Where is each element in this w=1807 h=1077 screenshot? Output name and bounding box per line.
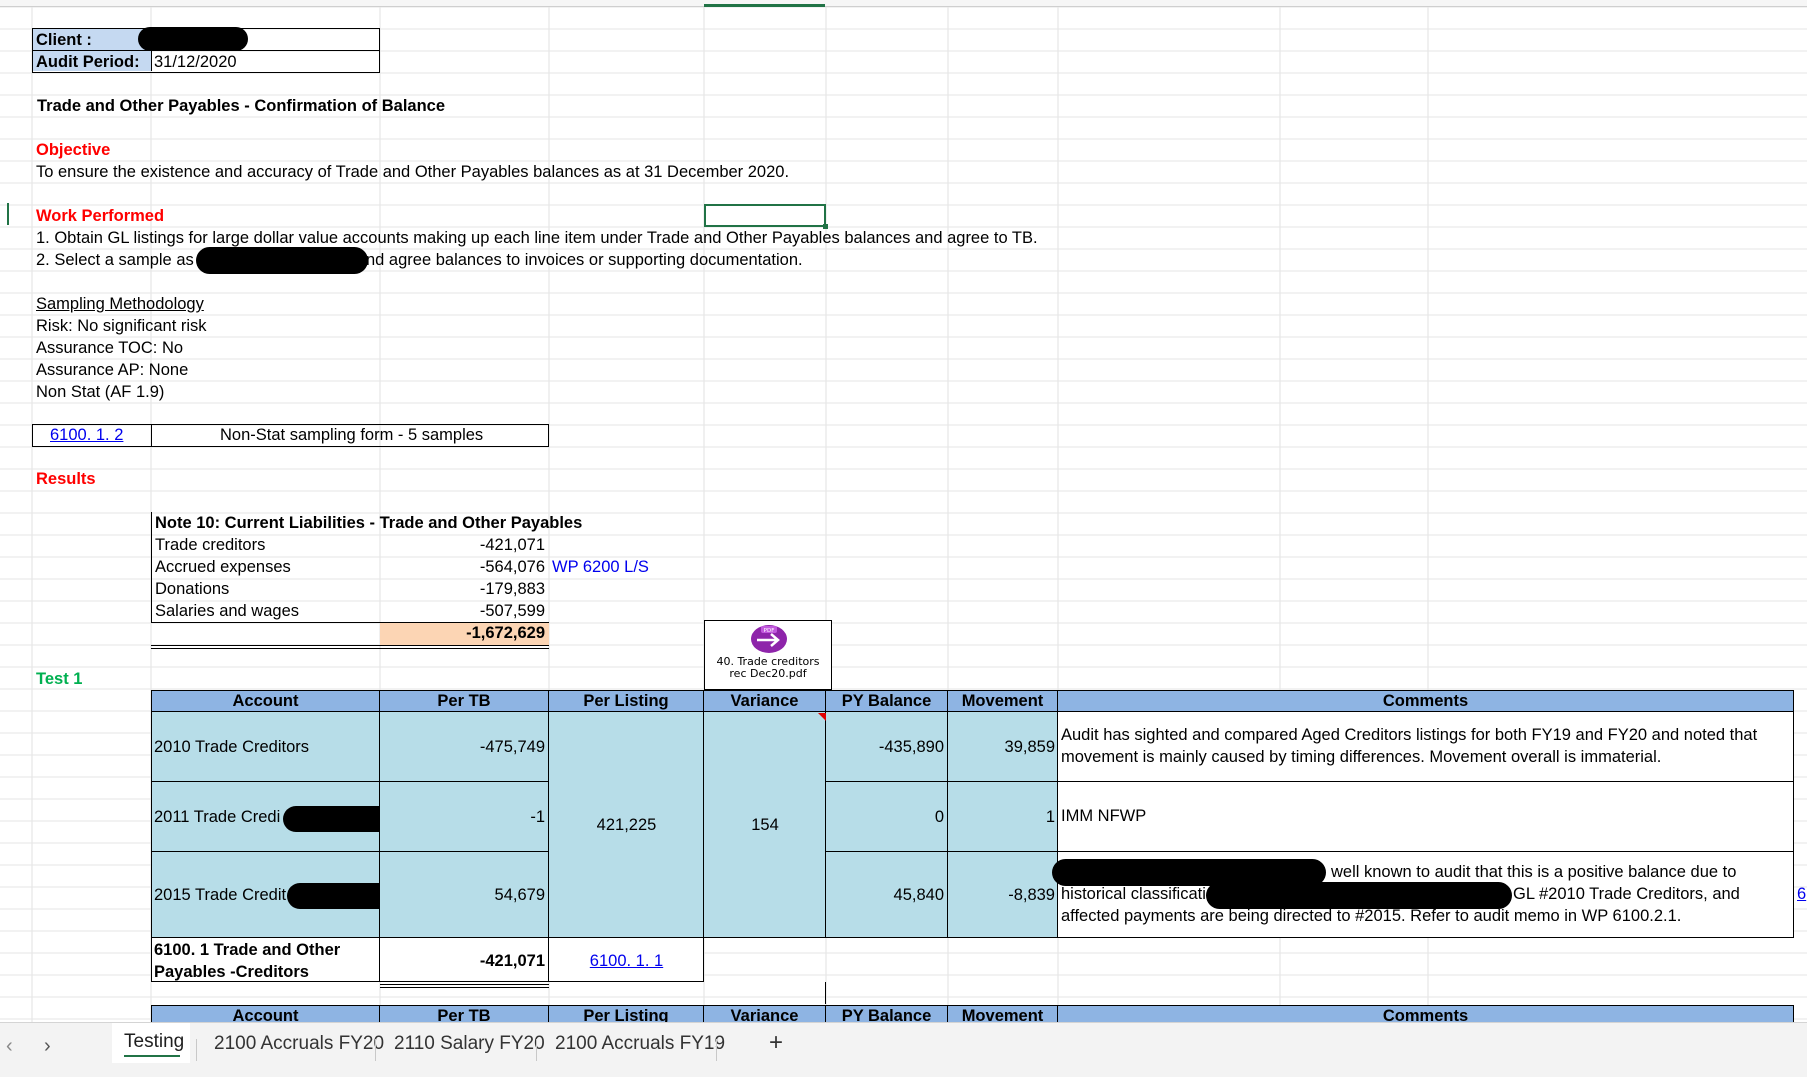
redaction-step2 — [196, 247, 368, 274]
scroll-right-icon[interactable]: › — [44, 1035, 51, 1058]
work-step-1: 1. Obtain GL listings for large dollar v… — [36, 229, 1038, 247]
note10-border-left — [151, 512, 152, 622]
tab-separator — [716, 1039, 717, 1061]
redaction-client — [138, 27, 248, 51]
work-step-2b: nd agree balances to invoices or support… — [366, 251, 803, 269]
comment-indicator-icon[interactable] — [818, 713, 826, 721]
note10-double-line-2 — [151, 648, 549, 649]
sampling-ref-link[interactable]: 6100. 1. 2 — [50, 425, 123, 445]
tab-separator — [196, 1039, 197, 1061]
scroll-left-icon[interactable]: ‹ — [6, 1035, 13, 1058]
col-header-per-listing[interactable]: Per Listing — [549, 690, 704, 712]
table-row-3-comment-line2b: GL #2010 Trade Creditors, and — [1513, 885, 1740, 903]
col-header-account[interactable]: Account — [151, 690, 380, 712]
note10-ref-1[interactable]: WP 6200 L/S — [552, 557, 649, 577]
table-row-2-movement-text: 1 — [1045, 808, 1055, 826]
table-row-1-per-tb-text: -475,749 — [479, 738, 545, 756]
tab-testing-label: Testing — [124, 1031, 185, 1052]
table-row-3-movement-text: -8,839 — [1008, 886, 1055, 904]
test1-heading: Test 1 — [36, 670, 83, 688]
sampling-nonstat: Non Stat (AF 1.9) — [36, 383, 165, 401]
sampling-heading: Sampling Methodology — [36, 295, 204, 313]
audit-period-value[interactable]: 31/12/2020 — [154, 52, 237, 72]
note10-label-0: Trade creditors — [155, 536, 266, 554]
table-row-3-py-text: 45,840 — [893, 886, 944, 904]
col-header-variance[interactable]: Variance — [704, 690, 826, 712]
note10-value-3[interactable]: -507,599 — [380, 601, 545, 621]
sampling-ap: Assurance AP: None — [36, 361, 189, 379]
table-row-3-comment-line1: well known to audit that this is a posit… — [1331, 863, 1737, 881]
table-row-3-comment-line3: affected payments are being directed to … — [1061, 907, 1682, 925]
table-row-1-comment-line1: Audit has sighted and compared Aged Cred… — [1061, 726, 1758, 744]
objective-text: To ensure the existence and accuracy of … — [36, 163, 790, 181]
pdf-attachment[interactable]: PDF 40. Trade creditors rec Dec20.pdf — [704, 620, 832, 690]
note10-value-1[interactable]: -564,076 — [380, 557, 545, 577]
table-row-2-comment[interactable] — [1058, 782, 1794, 852]
total-label-line2: Payables -Creditors — [154, 963, 309, 981]
tab-testing[interactable]: Testing — [112, 1023, 190, 1063]
sheet-tab-bar: ‹ › Testing 2100 Accruals FY20 2110 Sala… — [0, 1022, 1807, 1077]
sampling-toc: Assurance TOC: No — [36, 339, 184, 357]
table-row-2-account-text: 2011 Trade Credi — [154, 808, 281, 826]
table-row-3-per-tb-text: 54,679 — [494, 886, 545, 904]
table-row-1-py-text: -435,890 — [878, 738, 944, 756]
results-heading: Results — [36, 470, 96, 488]
work-performed-heading: Work Performed — [36, 207, 165, 225]
col-header-per-tb[interactable]: Per TB — [380, 690, 549, 712]
page-title: Trade and Other Payables - Confirmation … — [37, 97, 446, 115]
active-column-indicator — [704, 4, 825, 7]
table-row-1-account-text: 2010 Trade Creditors — [154, 738, 310, 756]
col-header-comments[interactable]: Comments — [1058, 690, 1794, 712]
variance-merged-value: 154 — [751, 816, 779, 834]
objective-heading: Objective — [36, 141, 111, 159]
client-label: Client : — [36, 31, 92, 49]
note10-total[interactable]: -1,672,629 — [380, 623, 545, 643]
redaction-row-3-comment-2 — [1206, 882, 1512, 909]
total-double-line-1 — [380, 984, 549, 985]
sampling-ref-divider — [151, 424, 152, 447]
svg-text:PDF: PDF — [764, 628, 775, 634]
note10-value-0[interactable]: -421,071 — [380, 535, 545, 555]
sampling-ref-label: Non-Stat sampling form - 5 samples — [220, 426, 484, 444]
tab-testing-underline — [124, 1055, 180, 1057]
table-row-3-overflow-link[interactable]: 6 — [1797, 884, 1806, 904]
tab-2100-accruals-fy19[interactable]: 2100 Accruals FY19 — [555, 1033, 725, 1055]
tab-2100-accruals-fy20[interactable]: 2100 Accruals FY20 — [214, 1033, 384, 1055]
variance-border-ext — [825, 982, 826, 1004]
table-row-2-comment-line1: IMM NFWP — [1061, 807, 1147, 825]
total-link[interactable]: 6100. 1. 1 — [549, 951, 704, 971]
sampling-risk: Risk: No significant risk — [36, 317, 207, 335]
work-step-2a: 2. Select a sample as — [36, 251, 194, 269]
col-header-movement[interactable]: Movement — [948, 690, 1058, 712]
pdf-icon: PDF — [749, 624, 789, 654]
note10-title: Note 10: Current Liabilities - Trade and… — [155, 514, 583, 532]
column-header-strip — [0, 0, 1807, 7]
add-sheet-button[interactable]: + — [769, 1029, 783, 1057]
note10-double-line-1 — [151, 645, 549, 646]
total-label-line1: 6100. 1 Trade and Other — [154, 941, 341, 959]
tab-2110-salary-fy20[interactable]: 2110 Salary FY20 — [394, 1033, 545, 1055]
audit-period-label: Audit Period: — [36, 53, 140, 71]
note10-label-3: Salaries and wages — [155, 602, 300, 620]
table-row-2-py-text: 0 — [934, 808, 944, 826]
col-header-py-balance[interactable]: PY Balance — [826, 690, 948, 712]
per-listing-merged-value: 421,225 — [596, 816, 657, 834]
selected-cell[interactable] — [704, 204, 826, 227]
total-per-tb: -421,071 — [479, 952, 545, 970]
tab-separator — [375, 1039, 376, 1061]
row-indicator — [7, 203, 9, 225]
table-row-1-movement-text: 39,859 — [1004, 738, 1055, 756]
note10-value-2[interactable]: -179,883 — [380, 579, 545, 599]
tab-separator — [536, 1039, 537, 1061]
pdf-name-line2: rec Dec20.pdf — [729, 667, 807, 680]
table-row-1-comment-line2: movement is mainly caused by timing diff… — [1061, 748, 1662, 766]
note10-label-1: Accrued expenses — [155, 558, 291, 576]
table-row-2-per-tb-text: -1 — [530, 808, 545, 826]
total-double-line-2 — [380, 987, 549, 988]
table-row-3-comment-line2a: historical classificati — [1061, 885, 1206, 903]
table-row-3-account-text: 2015 Trade Credit — [154, 886, 287, 904]
note10-label-2: Donations — [155, 580, 230, 598]
